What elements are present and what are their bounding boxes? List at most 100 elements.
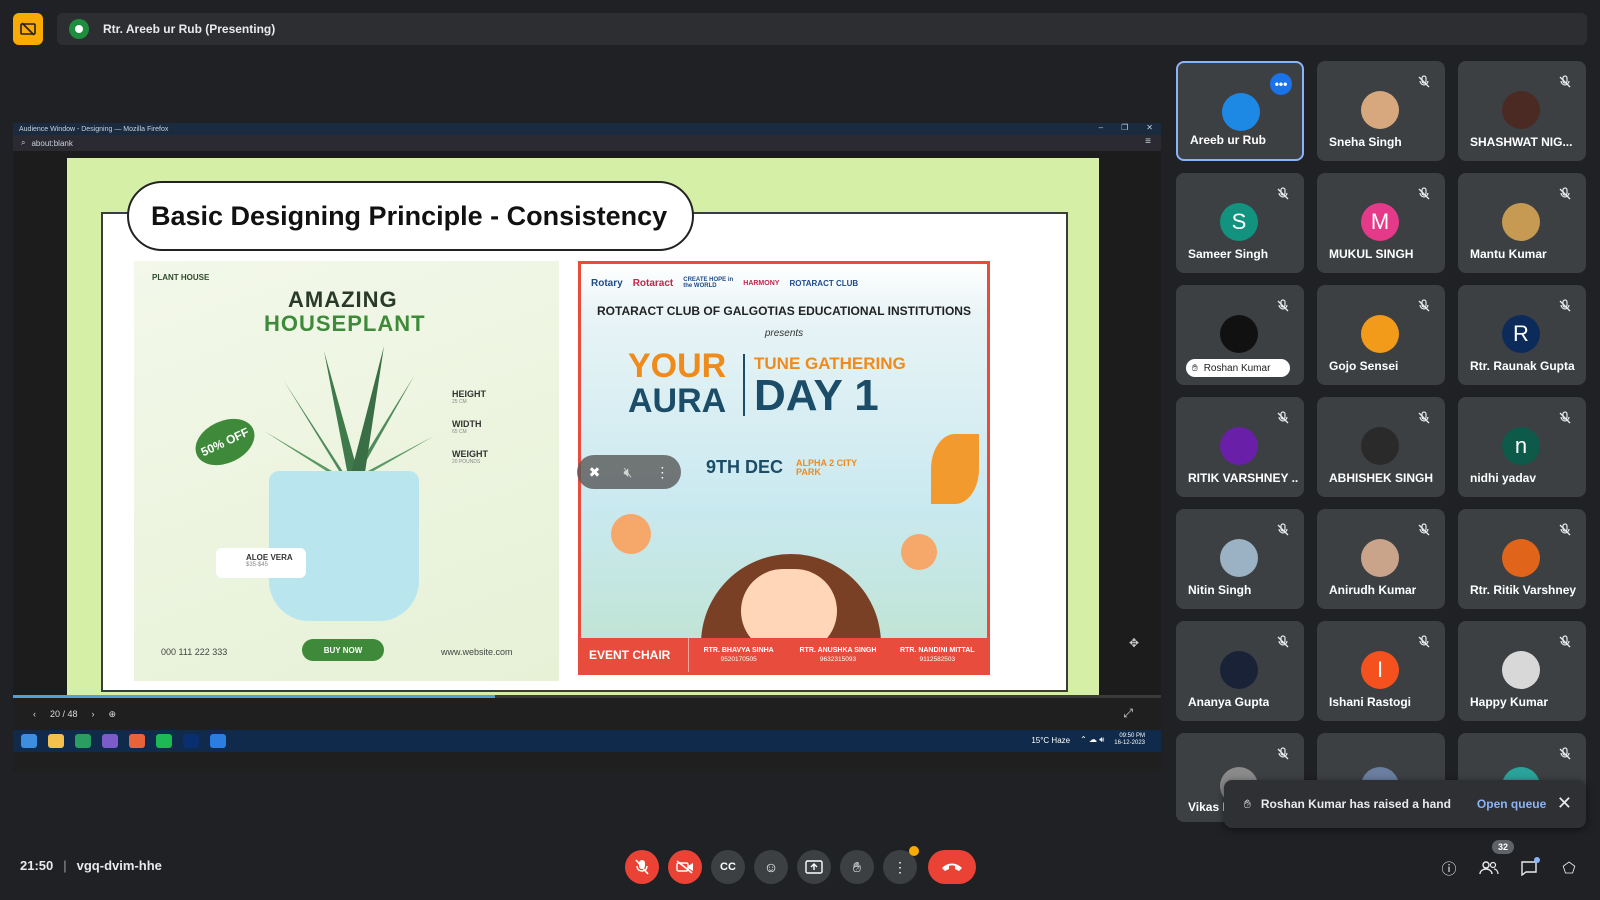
next-slide-icon: › [91, 709, 95, 719]
tile-more-options-icon[interactable]: ••• [1270, 73, 1292, 95]
system-tray: 15°C Haze ⌃ ☁ 🔊︎ 09:50 PM 16-12-2023 [1031, 733, 1145, 747]
participant-avatar: I [1361, 651, 1399, 689]
participant-name: Rtr. Ritik Varshney [1470, 583, 1577, 597]
participant-tile[interactable]: I Ishani Rastogi [1317, 621, 1445, 721]
hand-icon: ✋︎ [1192, 362, 1198, 374]
participant-avatar [1502, 91, 1540, 129]
participant-tile[interactable]: Nitin Singh [1176, 509, 1304, 609]
poster-divider [743, 354, 745, 416]
participant-tile[interactable]: Anirudh Kumar [1317, 509, 1445, 609]
participant-tile[interactable]: SHASHWAT NIG... [1458, 61, 1586, 161]
participant-tile[interactable]: Sneha Singh [1317, 61, 1445, 161]
stop-presenting-icon[interactable] [13, 13, 43, 45]
meeting-info: 21:50 | vgq-dvim-hhe [20, 858, 162, 873]
participant-avatar [1361, 315, 1399, 353]
sale-badge: 50% OFF [188, 409, 262, 475]
participant-tile[interactable]: Gojo Sensei [1317, 285, 1445, 385]
participant-tile[interactable]: ••• Areeb ur Rub [1176, 61, 1304, 161]
participant-tile[interactable]: R Rtr. Raunak Gupta [1458, 285, 1586, 385]
meeting-time: 21:50 [20, 858, 54, 873]
participant-avatar [1502, 203, 1540, 241]
participant-tile[interactable]: Happy Kumar [1458, 621, 1586, 721]
presenting-bar: Rtr. Areeb ur Rub (Presenting) [57, 13, 1587, 45]
more-options-icon[interactable]: ⋮ [655, 464, 669, 481]
hand-pill-label: Roshan Kumar [1203, 362, 1271, 374]
hand-icon: ✋︎ [1244, 796, 1251, 811]
slide-navigation: ‹ 20 / 48 › ⊕ ⤢ [13, 698, 1161, 730]
participant-tile[interactable]: RITIK VARSHNEY ... [1176, 397, 1304, 497]
mic-muted-icon [1417, 299, 1431, 313]
emoji-button[interactable]: ☺ [754, 850, 788, 884]
participant-avatar [1502, 651, 1540, 689]
logo-rotaract: Rotaract [632, 277, 674, 289]
aloe-leaves [264, 346, 434, 481]
camera-off-button[interactable] [668, 850, 702, 884]
plant-title-2: HOUSEPLANT [264, 311, 426, 336]
leave-call-button[interactable] [928, 850, 976, 884]
slide-area: Basic Designing Principle - Consistency … [13, 151, 1161, 696]
present-button[interactable] [797, 850, 831, 884]
chat-button[interactable] [1518, 857, 1540, 879]
mic-muted-icon [1558, 523, 1572, 537]
captions-button[interactable]: CC [711, 850, 745, 884]
participant-tile[interactable]: n nidhi yadav [1458, 397, 1586, 497]
participant-tile[interactable]: Rtr. Ritik Varshney [1458, 509, 1586, 609]
spec-width: WIDTH 65 CM [452, 419, 482, 435]
camera-off-icon [676, 860, 693, 874]
poster-presents: presents [764, 328, 804, 339]
chair-person: RTR. ANUSHKA SINGH 9632315093 [799, 647, 877, 663]
open-queue-link[interactable]: Open queue [1477, 797, 1546, 811]
participant-name: Rtr. Raunak Gupta [1470, 359, 1575, 373]
raise-hand-button[interactable]: ✋︎ [840, 850, 874, 884]
more-vert-icon: ⋮ [893, 858, 907, 875]
mic-muted-icon [1276, 187, 1290, 201]
participant-avatar [1220, 651, 1258, 689]
poster-date: 9TH DEC [706, 457, 784, 477]
participant-avatar [1222, 93, 1260, 131]
more-options-button[interactable]: ⋮ [883, 846, 919, 884]
participant-name: Gojo Sensei [1329, 359, 1399, 373]
logo-hope: CREATE HOPE in the WORLD [683, 277, 734, 289]
slide: Basic Designing Principle - Consistency … [67, 158, 1099, 696]
mute-audio-icon[interactable]: 🔇︎ [623, 464, 632, 481]
close-toast-icon[interactable]: ✕ [1557, 793, 1572, 814]
event-chair: EVENT CHAIR [581, 638, 689, 672]
firefox-urlbar: ⌕ about:blank ≡ [13, 135, 1161, 151]
plant-pot [269, 471, 419, 621]
participant-tile[interactable]: ABHISHEK SINGH [1317, 397, 1445, 497]
end-call-icon [942, 863, 962, 871]
participant-name: Happy Kumar [1470, 695, 1549, 709]
participant-tile[interactable]: ✋︎ Roshan Kumar [1176, 285, 1304, 385]
mic-muted-icon [1417, 635, 1431, 649]
tray-icons: ⌃ ☁ 🔊︎ [1080, 735, 1105, 744]
plant-title-1: AMAZING [288, 287, 398, 312]
flower-decoration [901, 534, 937, 570]
participant-tile[interactable]: Ananya Gupta [1176, 621, 1304, 721]
meeting-details-button[interactable]: ⓘ [1438, 857, 1460, 879]
mic-muted-icon [1417, 75, 1431, 89]
firefox-titlebar: Audience Window - Designing — Mozilla Fi… [13, 123, 1161, 135]
raised-hand-toast: ✋︎ Roshan Kumar has raised a hand Open q… [1224, 780, 1586, 828]
mic-off-button[interactable] [625, 850, 659, 884]
participant-avatar: S [1220, 203, 1258, 241]
captions-icon: CC [720, 861, 736, 873]
activities-button[interactable]: ⬠ [1558, 857, 1580, 879]
participant-tile[interactable]: S Sameer Singh [1176, 173, 1304, 273]
spec-weight: WEIGHT 20 POUNDS [452, 449, 488, 465]
mic-muted-icon [1276, 635, 1290, 649]
plant-tag: ALOE VERA $35-$45 [216, 548, 306, 578]
pin-off-icon[interactable]: ✖ [589, 464, 601, 481]
search-icon: ⌕ [21, 138, 26, 147]
participant-tile[interactable]: Mantu Kumar [1458, 173, 1586, 273]
mic-muted-icon [1276, 747, 1290, 761]
mic-muted-icon [1558, 411, 1572, 425]
mic-muted-icon [1276, 411, 1290, 425]
participant-name: Areeb ur Rub [1190, 133, 1267, 147]
people-button[interactable] [1478, 857, 1500, 879]
participant-tile[interactable]: M MUKUL SINGH [1317, 173, 1445, 273]
toast-message: Roshan Kumar has raised a hand [1260, 797, 1451, 811]
logo-harmony: HARMONY [743, 279, 780, 287]
participant-name: Anirudh Kumar [1329, 583, 1417, 597]
poster-club: ROTARACT CLUB OF GALGOTIAS EDUCATIONAL I… [597, 304, 971, 318]
participant-name: ABHISHEK SINGH [1329, 471, 1434, 485]
